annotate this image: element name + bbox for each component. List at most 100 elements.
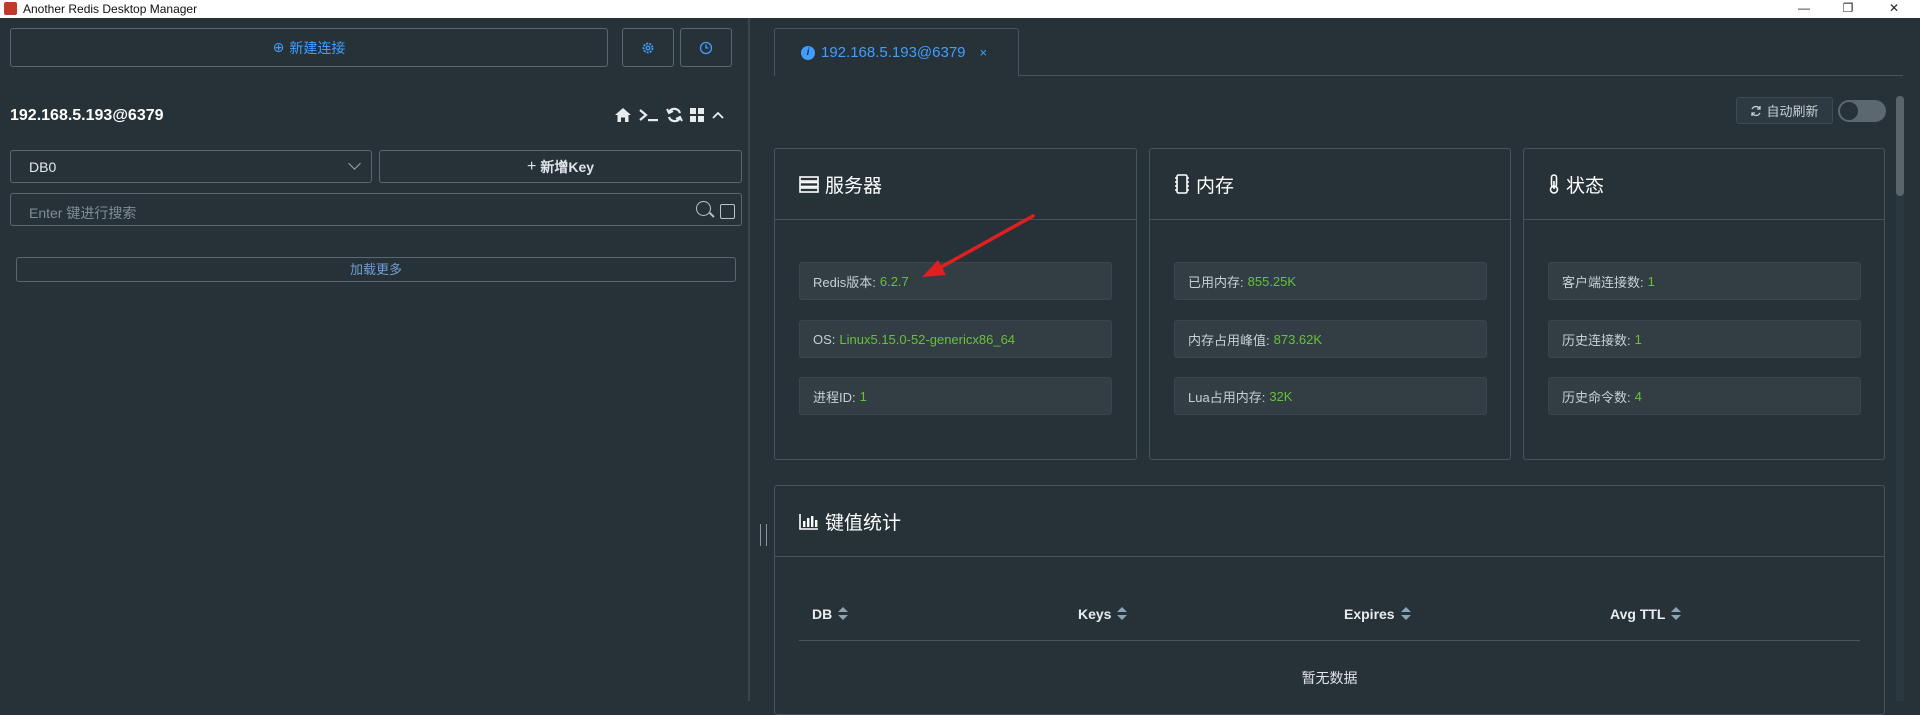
- connection-host: 192.168.5.193@6379: [10, 107, 164, 124]
- empty-table-message: 暂无数据: [1301, 670, 1358, 686]
- new-connection-label: 新建连接: [289, 39, 346, 56]
- row-value: 4: [1634, 388, 1642, 404]
- server-card-title: 服务器: [825, 175, 883, 197]
- memory-row: Lua占用内存: 32K: [1174, 377, 1487, 415]
- tab-bar-line: [1019, 75, 1903, 76]
- auto-refresh-toggle[interactable]: [1838, 100, 1886, 122]
- memory-card-header: 内存: [1150, 149, 1510, 220]
- chevron-down-icon: [348, 157, 361, 170]
- key-stats-title: 键值统计: [825, 512, 902, 534]
- column-label: Expires: [1344, 606, 1395, 622]
- row-label: 内存占用峰值:: [1188, 332, 1270, 348]
- row-label: 进程ID:: [813, 389, 856, 405]
- new-key-button[interactable]: + 新增Key: [379, 150, 742, 183]
- thermometer-icon: [1549, 174, 1559, 194]
- auto-refresh-button[interactable]: 自动刷新: [1736, 97, 1833, 124]
- settings-button[interactable]: [622, 28, 674, 67]
- grid-icon[interactable]: [689, 107, 705, 123]
- column-label: DB: [812, 606, 833, 622]
- sort-icon[interactable]: [1671, 607, 1682, 621]
- toggle-knob: [1840, 102, 1858, 120]
- refresh-icon[interactable]: [666, 107, 683, 123]
- memory-chip-icon: [1175, 174, 1189, 194]
- status-row: 历史命令数: 4: [1548, 377, 1861, 415]
- server-card: 服务器 Redis版本: 6.2.7 OS: Linux5.15.0-52-gene…: [774, 148, 1137, 460]
- row-value: 1: [859, 388, 867, 404]
- status-row: 客户端连接数: 1: [1548, 262, 1861, 300]
- row-label: Redis版本:: [813, 274, 876, 290]
- server-icon: [799, 175, 819, 193]
- row-value: 1: [1647, 273, 1655, 289]
- new-connection-button[interactable]: ⊕ 新建连接: [10, 28, 608, 67]
- sort-icon[interactable]: [1400, 607, 1411, 621]
- minimize-button[interactable]: —: [1782, 0, 1826, 18]
- plus-circle-icon: ⊕: [272, 39, 285, 55]
- terminal-icon[interactable]: [638, 107, 660, 123]
- exact-match-checkbox[interactable]: [720, 204, 735, 219]
- status-card-header: 状态: [1524, 149, 1884, 220]
- column-label: Keys: [1078, 606, 1112, 622]
- info-icon: i: [801, 45, 815, 60]
- row-label: 客户端连接数:: [1562, 274, 1644, 290]
- new-key-label: 新增Key: [540, 158, 595, 175]
- key-stats-header: 键值统计: [775, 486, 1884, 557]
- app-logo-icon: [4, 2, 17, 15]
- clock-icon: [699, 41, 713, 54]
- key-search-field[interactable]: Enter 键进行搜索: [10, 193, 742, 226]
- row-value: 855.25K: [1247, 273, 1297, 289]
- status-card-title: 状态: [1566, 175, 1605, 197]
- row-value: 6.2.7: [879, 273, 909, 289]
- row-label: 历史连接数:: [1562, 332, 1631, 348]
- resize-handle[interactable]: [760, 524, 767, 546]
- panel-divider[interactable]: [748, 18, 750, 701]
- status-row: 历史连接数: 1: [1548, 320, 1861, 358]
- tab-label: 192.168.5.193@6379: [821, 44, 966, 61]
- server-row: Redis版本: 6.2.7: [799, 262, 1112, 300]
- scrollbar-thumb[interactable]: [1896, 96, 1904, 196]
- title-bar: Another Redis Desktop Manager — ❐ ✕: [0, 0, 1920, 18]
- sort-icon[interactable]: [1117, 607, 1128, 621]
- restore-button[interactable]: ❐: [1826, 0, 1870, 18]
- window-title: Another Redis Desktop Manager: [23, 2, 198, 16]
- sort-icon[interactable]: [838, 607, 849, 621]
- memory-card: 内存 已用内存: 855.25K 内存占用峰值: 873.62K Lua占用内存: 3…: [1149, 148, 1511, 460]
- column-label: Avg TTL: [1610, 606, 1666, 622]
- load-more-button[interactable]: 加载更多: [16, 257, 736, 282]
- row-label: 已用内存:: [1188, 274, 1244, 290]
- row-label: OS:: [813, 331, 836, 347]
- history-button[interactable]: [680, 28, 732, 67]
- server-card-header: 服务器: [775, 149, 1136, 220]
- db-select[interactable]: DB0: [10, 150, 372, 183]
- row-value: 1: [1634, 331, 1642, 347]
- tab-connection-info[interactable]: i 192.168.5.193@6379 ×: [774, 28, 1019, 76]
- key-stats-table-header: DB Keys Expires Avg TTL: [799, 586, 1860, 641]
- row-label: Lua占用内存:: [1188, 389, 1266, 405]
- connection-toolbar: [614, 104, 725, 126]
- refresh-icon: [1751, 105, 1762, 116]
- tab-close-icon[interactable]: ×: [980, 45, 988, 60]
- db-select-value: DB0: [29, 159, 57, 175]
- memory-row: 内存占用峰值: 873.62K: [1174, 320, 1487, 358]
- server-row: OS: Linux5.15.0-52-genericx86_64: [799, 320, 1112, 358]
- search-placeholder: Enter 键进行搜索: [29, 205, 137, 221]
- memory-row: 已用内存: 855.25K: [1174, 262, 1487, 300]
- column-db[interactable]: DB: [812, 606, 849, 622]
- row-value: Linux5.15.0-52-genericx86_64: [839, 331, 1016, 347]
- plus-icon: +: [526, 157, 537, 175]
- row-value: 32K: [1269, 388, 1293, 404]
- column-keys[interactable]: Keys: [1078, 606, 1128, 622]
- gear-icon: [642, 42, 654, 53]
- server-row: 进程ID: 1: [799, 377, 1112, 415]
- key-stats-card: 键值统计 DB Keys Expires Avg TTL 暂无数据: [774, 485, 1885, 715]
- auto-refresh-label: 自动刷新: [1766, 104, 1819, 119]
- column-avg-ttl[interactable]: Avg TTL: [1610, 606, 1682, 622]
- bar-chart-icon: [799, 513, 818, 530]
- chevron-up-icon[interactable]: [711, 107, 725, 123]
- row-value: 873.62K: [1273, 331, 1323, 347]
- close-window-button[interactable]: ✕: [1872, 0, 1916, 18]
- search-icon[interactable]: [696, 201, 711, 216]
- status-card: 状态 客户端连接数: 1 历史连接数: 1 历史命令数: 4: [1523, 148, 1885, 460]
- home-icon[interactable]: [614, 107, 632, 123]
- column-expires[interactable]: Expires: [1344, 606, 1411, 622]
- row-label: 历史命令数:: [1562, 389, 1631, 405]
